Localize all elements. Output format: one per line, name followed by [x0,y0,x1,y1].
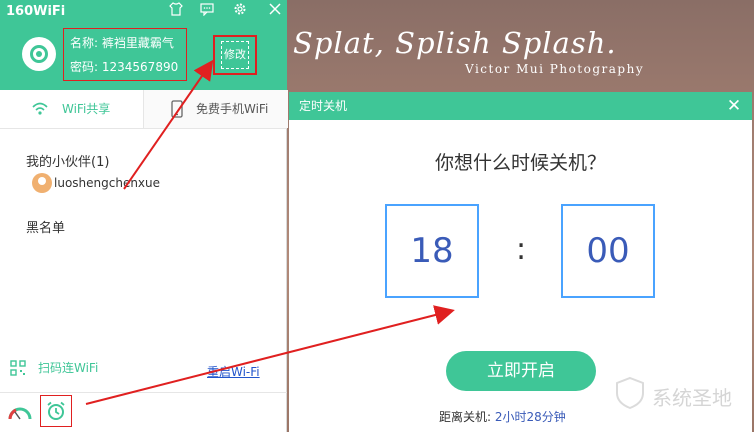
edit-button-label: 修改 [221,41,249,69]
password-label: 密码: [70,60,99,74]
watermark: 系统圣地 [614,376,746,412]
tshirt-icon[interactable] [165,2,187,22]
time-remaining-value: 2小时28分钟 [494,410,566,424]
watermark-text: 系统圣地 [652,386,732,410]
tab-bar: WiFi共享 免费手机WiFi [0,90,288,129]
hotspot-icon [22,37,56,71]
name-label: 名称: [70,36,99,50]
friend-name: luoshengchenxue [54,176,161,190]
app-title: 160WiFi [6,4,66,19]
close-icon[interactable] [264,2,286,22]
blacklist-link[interactable]: 黑名单 [26,217,65,236]
shutdown-timer-button[interactable] [40,395,72,427]
tab-free-mobile-wifi[interactable]: 免费手机WiFi [143,90,288,128]
time-remaining: 距离关机: 2小时28分钟 [439,408,566,425]
edit-button[interactable]: 修改 [213,35,257,75]
start-now-button[interactable]: 立即开启 [446,351,596,391]
dialog-close-icon[interactable]: ✕ [722,94,746,118]
minute-input[interactable]: 00 [561,204,655,298]
time-separator: : [515,232,527,267]
tab-wifi-share[interactable]: WiFi共享 [0,90,143,128]
tab-wifi-share-label: WiFi共享 [62,102,111,116]
qr-code-icon [10,360,26,376]
wifi-name-value: 裤裆里藏霸气 [101,36,174,50]
wifi-app-window: 160WiFi 名称: 裤裆里藏霸气 密码: 1234567890 修改 WiF… [0,0,288,433]
alarm-clock-icon [47,401,65,420]
scan-connect-label: 扫码连WiFi [38,361,99,375]
tab-free-mobile-wifi-label: 免费手机WiFi [196,102,269,116]
shield-icon [616,376,644,410]
gear-icon[interactable] [229,2,251,22]
dialog-question: 你想什么时候关机？ [434,152,606,174]
dialog-titlebar: 定时关机 ✕ [289,92,752,120]
photo-title: Splat, Splish Splash. [293,26,617,60]
wifi-icon [32,102,48,115]
avatar [32,173,52,193]
message-icon[interactable] [196,2,218,22]
friends-title: 我的小伙伴(1) [26,155,110,170]
wifi-info-header: 名称: 裤裆里藏霸气 密码: 1234567890 修改 [0,25,287,90]
time-remaining-label: 距离关机: [439,410,492,424]
dialog-title: 定时关机 [299,99,348,113]
bottom-toolbar [0,392,287,433]
app-titlebar: 160WiFi [0,0,287,25]
wifi-credentials-box: 名称: 裤裆里藏霸气 密码: 1234567890 [63,28,187,81]
restart-wifi-link[interactable]: 重启Wi-Fi [207,363,260,380]
phone-icon [171,100,183,118]
photo-credit: Victor Mui Photography [465,62,645,76]
hour-input[interactable]: 18 [385,204,479,298]
speedometer-icon[interactable] [8,403,32,421]
wifi-password-value: 1234567890 [101,60,179,74]
